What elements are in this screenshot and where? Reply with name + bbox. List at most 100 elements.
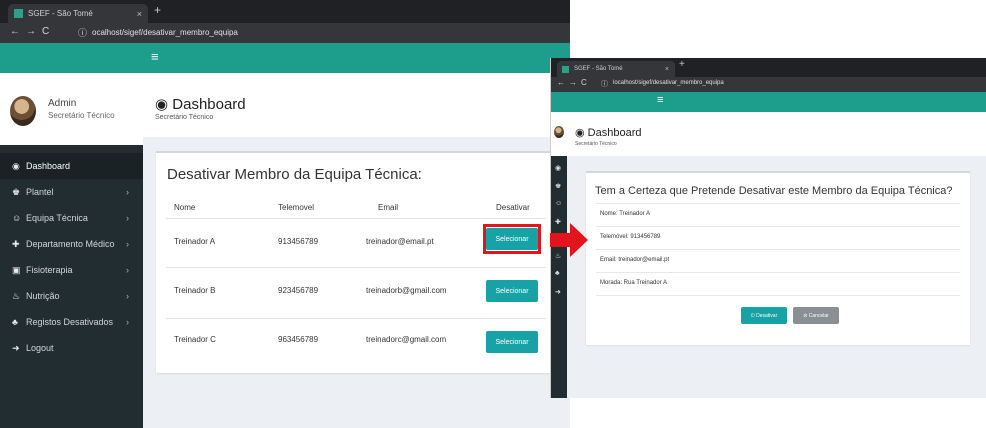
sidebar-item-label: Plantel: [26, 187, 54, 197]
team-icon: ☺: [12, 213, 22, 223]
team-icon[interactable]: ☺: [555, 200, 562, 207]
cell-nome: Treinador A: [174, 237, 216, 246]
physio-icon: ▣: [12, 264, 21, 275]
detail-divider: [596, 272, 960, 273]
chevron-right-icon: ›: [126, 291, 129, 301]
deactivate-box: Desativar Membro da Equipa Técnica: Nome…: [156, 151, 556, 373]
sidebar-item-nutricao[interactable]: ♨ Nutrição ›: [0, 283, 143, 309]
cell-email: treinadorb@gmail.com: [366, 286, 447, 295]
page-header: ◉ Dashboard Secretário Técnico: [143, 73, 570, 137]
sidebar-item-departamento-medico[interactable]: ✚ Departamento Médico ›: [0, 231, 143, 257]
forward-icon[interactable]: →: [569, 78, 577, 87]
tab-bar: SGEF - São Tomé × +: [0, 0, 570, 23]
site-info-icon[interactable]: ⓘ: [601, 79, 608, 89]
top-navbar: ≡: [567, 92, 986, 112]
address-bar: ← → C ⓘ localhost/sigef/desativar_membro…: [551, 77, 986, 92]
sidebar-item-equipa-tecnica[interactable]: ☺ Equipa Técnica ›: [0, 205, 143, 231]
confirm-box: Tem a Certeza que Pretende Desativar est…: [586, 171, 970, 345]
table-row: Treinador B 923456789 treinadorb@gmail.c…: [156, 268, 556, 318]
cancel-label: Cancelar: [808, 312, 829, 319]
sidebar-item-logout[interactable]: ➜ Logout: [0, 335, 143, 361]
address-bar: ← → C ⓘ ocalhost/sigef/desativar_membro_…: [0, 23, 570, 43]
cell-telemovel: 913456789: [278, 237, 319, 246]
menu-toggle-icon[interactable]: ≡: [151, 49, 159, 64]
sidebar-menu: ◉ Dashboard ♚ Plantel › ☺ Equipa Técnica…: [0, 153, 143, 361]
column-header-nome: Nome: [174, 203, 196, 212]
forward-icon[interactable]: →: [26, 26, 36, 37]
select-button[interactable]: Selecionar: [486, 280, 538, 302]
column-header-email: Email: [378, 203, 399, 212]
reload-icon[interactable]: C: [42, 26, 49, 37]
dashboard-icon: ◉: [155, 96, 173, 113]
page-subtitle: Secretário Técnico: [575, 141, 617, 147]
page-title: ◉ Dashboard: [155, 95, 246, 113]
new-tab-icon[interactable]: +: [679, 59, 685, 70]
avatar: [554, 126, 564, 138]
page-title-text: Dashboard: [587, 127, 642, 139]
chevron-right-icon: ›: [126, 187, 129, 197]
top-navbar: ≡: [143, 43, 570, 73]
tab-bar: SGEF - São Tomé × +: [551, 58, 986, 77]
reload-icon[interactable]: C: [581, 78, 587, 87]
archive-icon[interactable]: ♣: [555, 270, 560, 277]
dashboard-icon[interactable]: ◉: [555, 164, 561, 172]
sidebar-item-plantel[interactable]: ♚ Plantel ›: [0, 179, 143, 205]
sidebar-item-label: Registos Desativados: [26, 317, 114, 327]
new-tab-icon[interactable]: +: [154, 3, 161, 17]
user-name: Admin: [48, 98, 77, 109]
menu-toggle-icon[interactable]: ≡: [657, 94, 663, 106]
sidebar-item-label: Logout: [26, 343, 54, 353]
page-title: ◉ Dashboard: [575, 126, 641, 139]
detail-nome: Nome: Treinador A: [600, 211, 651, 217]
chevron-right-icon: ›: [126, 265, 129, 275]
sidebar-item-label: Departamento Médico: [26, 239, 115, 249]
tab-title: SGEF - São Tomé: [28, 9, 93, 18]
detail-morada: Morada: Rua Treinador A: [600, 280, 668, 286]
cell-nome: Treinador C: [174, 335, 216, 344]
back-icon[interactable]: ←: [557, 78, 565, 87]
content-area: ◉ Dashboard Secretário Técnico Tem a Cer…: [567, 112, 986, 398]
table-row: Treinador C 963456789 treinadorc@gmail.c…: [156, 319, 556, 369]
user-panel: [551, 112, 567, 156]
detail-telemovel: Telemóvel: 913456789: [600, 234, 661, 240]
chevron-right-icon: ›: [126, 213, 129, 223]
logout-icon[interactable]: ➜: [555, 288, 561, 296]
browser-tab[interactable]: SGEF - São Tomé ×: [557, 61, 675, 77]
back-icon[interactable]: ←: [10, 26, 20, 37]
sidebar-item-fisioterapia[interactable]: ▣ Fisioterapia ›: [0, 257, 143, 283]
browser-window-main: SGEF - São Tomé × + ← → C ⓘ ocalhost/sig…: [0, 0, 570, 428]
url-field[interactable]: ocalhost/sigef/desativar_membro_equipa: [92, 28, 238, 37]
confirm-title: Tem a Certeza que Pretende Desativar est…: [595, 185, 953, 197]
sidebar-item-dashboard[interactable]: ◉ Dashboard: [0, 153, 143, 179]
sidebar-brand: [551, 92, 567, 112]
browser-tab[interactable]: SGEF - São Tomé ×: [8, 4, 148, 23]
deactivate-label: Desativar: [756, 312, 778, 319]
favicon-icon: [562, 65, 569, 73]
detail-divider: [596, 295, 960, 296]
site-info-icon[interactable]: ⓘ: [78, 26, 87, 39]
url-field[interactable]: localhost/sigef/desativar_membro_equipa: [613, 80, 724, 86]
page-subtitle: Secretário Técnico: [155, 114, 214, 121]
avatar: [10, 96, 36, 126]
dashboard-icon: ◉: [12, 160, 20, 171]
content-area: ◉ Dashboard Secretário Técnico Desativar…: [143, 73, 570, 428]
favicon-icon: [14, 9, 23, 18]
deactivate-button[interactable]: ⏻ Desativar: [741, 307, 787, 324]
sidebar-item-registos-desativados[interactable]: ♣ Registos Desativados ›: [0, 309, 143, 335]
select-button[interactable]: Selecionar: [486, 331, 538, 353]
sidebar: Admin Secretário Técnico ◉ Dashboard ♚ P…: [0, 43, 143, 428]
tab-close-icon[interactable]: ×: [665, 66, 669, 73]
sidebar-item-label: Equipa Técnica: [26, 213, 88, 223]
dashboard-icon: ◉: [575, 127, 588, 139]
column-header-desativar: Desativar: [496, 203, 530, 212]
chevron-right-icon: ›: [126, 239, 129, 249]
sidebar-brand: [0, 43, 143, 73]
cell-telemovel: 963456789: [278, 335, 319, 344]
shirt-icon[interactable]: ♚: [555, 182, 561, 190]
tab-close-icon[interactable]: ×: [137, 9, 142, 19]
detail-email: Email: treinador@email.pt: [600, 257, 670, 263]
cancel-button[interactable]: ⊘ Cancelar: [793, 307, 839, 324]
cell-telemovel: 923456789: [278, 286, 319, 295]
box-title: Desativar Membro da Equipa Técnica:: [167, 166, 422, 183]
select-button[interactable]: Selecionar: [486, 228, 538, 250]
